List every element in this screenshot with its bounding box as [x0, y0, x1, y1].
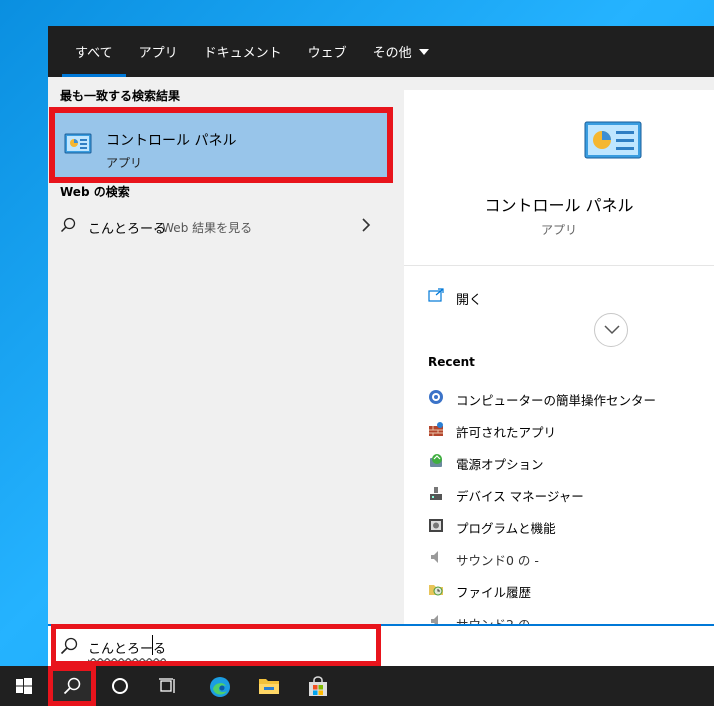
tab-more[interactable]: その他 — [360, 26, 442, 77]
power-options-icon — [428, 453, 444, 469]
search-tabs: すべて アプリ ドキュメント ウェブ その他 — [48, 26, 714, 77]
detail-subtitle: アプリ — [540, 223, 577, 237]
edge-icon — [210, 677, 230, 697]
open-icon — [428, 287, 444, 306]
best-match-control-panel[interactable]: コントロール パネル アプリ — [49, 107, 393, 183]
search-input[interactable]: こんとろーる — [88, 638, 166, 657]
firewall-icon — [428, 421, 444, 437]
detail-hero: コントロール パネル アプリ — [404, 90, 714, 266]
open-label: 開く — [456, 293, 483, 308]
web-search-suffix: - Web 結果を見る — [154, 221, 253, 235]
detail-pane: コントロール パネル アプリ 開く Recent コンピューターの簡単操作センタ… — [404, 90, 714, 652]
start-button[interactable] — [0, 666, 48, 706]
store-bag-icon — [309, 676, 327, 696]
text-cursor — [152, 635, 153, 655]
recent-list: コンピューターの簡単操作センター 許可されたアプリ 電源オプション デバイス マ… — [404, 382, 714, 638]
recent-heading: Recent — [428, 355, 475, 369]
web-search-result[interactable]: こんとろーる - Web 結果を見る — [48, 209, 398, 243]
file-explorer-button[interactable] — [244, 666, 292, 706]
tab-web[interactable]: ウェブ — [295, 26, 360, 77]
taskbar-search-button[interactable] — [48, 666, 96, 706]
control-panel-icon — [64, 132, 92, 160]
open-action[interactable]: 開く — [404, 267, 714, 323]
search-icon — [60, 637, 78, 659]
tab-apps[interactable]: アプリ — [126, 26, 191, 77]
task-view-icon — [159, 678, 175, 693]
detail-title: コントロール パネル — [484, 196, 634, 215]
folder-icon — [259, 679, 279, 694]
task-view-button[interactable] — [144, 666, 192, 706]
file-history-icon — [428, 581, 444, 597]
recent-item-file-history[interactable]: ファイル履歴 — [404, 574, 714, 606]
expand-button[interactable] — [594, 313, 628, 347]
cortana-button[interactable] — [96, 666, 144, 706]
windows-logo-icon — [16, 678, 32, 694]
search-bar[interactable]: こんとろーる — [48, 624, 714, 666]
best-match-heading: 最も一致する検索結果 — [60, 89, 181, 103]
recent-item-sound-0[interactable]: サウンド0 の - — [404, 542, 714, 574]
recent-item-programs-features[interactable]: プログラムと機能 — [404, 510, 714, 542]
chevron-down-icon — [418, 48, 429, 55]
web-search-heading: Web の検索 — [60, 185, 130, 199]
tab-all[interactable]: すべて — [62, 26, 126, 77]
device-manager-icon — [428, 485, 444, 501]
ease-of-access-icon — [428, 389, 444, 405]
search-icon — [60, 217, 76, 237]
programs-features-icon — [428, 517, 444, 533]
taskbar — [0, 666, 714, 706]
speaker-icon — [428, 549, 444, 565]
store-button[interactable] — [293, 666, 341, 706]
best-match-name: コントロール パネル — [106, 133, 237, 149]
search-icon — [63, 677, 81, 695]
best-match-type: アプリ — [106, 156, 143, 170]
recent-item-allowed-apps[interactable]: 許可されたアプリ — [404, 414, 714, 446]
cortana-circle-icon — [112, 678, 128, 694]
recent-item-power-options[interactable]: 電源オプション — [404, 446, 714, 478]
recent-item-device-manager[interactable]: デバイス マネージャー — [404, 478, 714, 510]
edge-button[interactable] — [195, 666, 243, 706]
recent-item-ease-of-access[interactable]: コンピューターの簡単操作センター — [404, 382, 714, 414]
tab-documents[interactable]: ドキュメント — [191, 26, 295, 77]
start-search-panel: すべて アプリ ドキュメント ウェブ その他 最も一致する検索結果 コントロール… — [48, 26, 714, 666]
chevron-right-icon[interactable] — [360, 217, 372, 237]
control-panel-large-icon — [584, 120, 642, 166]
